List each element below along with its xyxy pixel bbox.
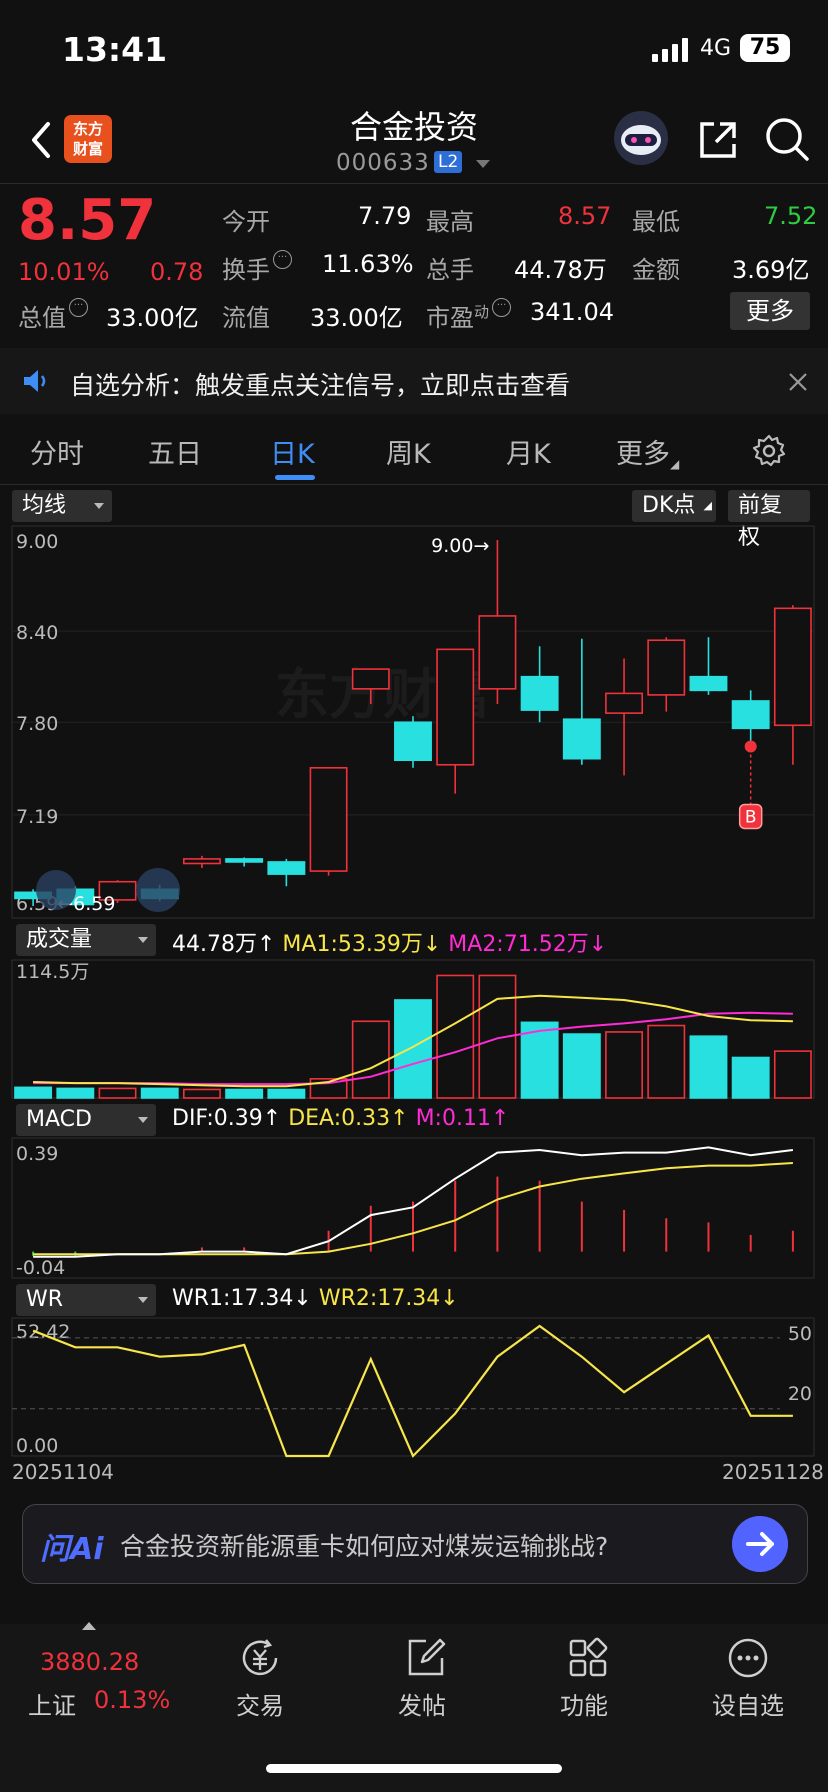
volume-bar: [14, 1086, 53, 1099]
wr-right-tick: 50: [788, 1323, 812, 1345]
volume-dropdown[interactable]: 成交量: [16, 924, 156, 956]
volume-bar: [394, 999, 432, 1099]
home-indicator: [266, 1764, 562, 1773]
index-percent[interactable]: 0.13%: [94, 1686, 170, 1714]
volume-indicators: 44.78万↑ MA1:53.39万↓ MA2:71.52万↓: [172, 926, 607, 958]
nav-add-favorite[interactable]: 设自选: [688, 1686, 808, 1721]
wr-dropdown[interactable]: WR: [16, 1284, 156, 1316]
candle-body: [562, 718, 601, 760]
volume-ma2: MA2:71.52万↓: [448, 932, 608, 957]
index-name[interactable]: 上证: [28, 1686, 76, 1721]
kline-y-tick: 7.80: [16, 713, 58, 735]
volume-bar: [351, 1020, 390, 1099]
volume-bar: [562, 1033, 601, 1099]
post-icon[interactable]: [404, 1636, 448, 1680]
signal-dot: [744, 740, 757, 753]
wr-y-tick: 0.00: [16, 1435, 58, 1457]
nav-post[interactable]: 发帖: [362, 1686, 482, 1721]
volume-bar: [605, 1031, 644, 1099]
volume-bar: [56, 1087, 95, 1099]
candle-body: [520, 675, 559, 711]
volume-bar: [773, 1050, 812, 1099]
candle-body: [351, 668, 390, 690]
candle-body: [436, 648, 475, 766]
nav-trade[interactable]: 交易: [200, 1686, 320, 1721]
wr-line: [32, 1324, 793, 1458]
macd-dif: DIF:0.39↑: [172, 1106, 282, 1131]
apps-icon[interactable]: [566, 1636, 610, 1680]
wr-indicators: WR1:17.34↓ WR2:17.34↓: [172, 1286, 459, 1311]
ai-question-text[interactable]: 合金投资新能源重卡如何应对煤炭运输挑战?: [120, 1527, 608, 1563]
wr1: WR1:17.34↓: [172, 1286, 312, 1311]
max-price-label: 9.00→: [431, 535, 489, 557]
volume-bar: [647, 1024, 686, 1099]
macd-y-tick: 0.39: [16, 1143, 58, 1165]
volume-bar: [689, 1035, 728, 1099]
kline-y-tick: 7.19: [16, 806, 58, 828]
wr-y-tick: 52.42: [16, 1321, 70, 1343]
index-value[interactable]: 3880.28: [40, 1648, 139, 1676]
volume-bar: [225, 1088, 264, 1099]
fast-back-icon: [36, 870, 76, 910]
candle-body: [731, 700, 770, 730]
volume-ma1: MA1:53.39万↓: [282, 932, 442, 957]
arrow-right-icon[interactable]: [732, 1516, 788, 1572]
volume-bar: [182, 1088, 221, 1099]
candle-body: [394, 721, 432, 762]
macd-m: M:0.11↑: [415, 1106, 510, 1131]
wr-panel-frame: [11, 1317, 815, 1457]
scroll-icon: [136, 868, 180, 912]
volume-bar: [267, 1088, 306, 1099]
trade-icon[interactable]: [238, 1636, 282, 1680]
nav-functions[interactable]: 功能: [524, 1686, 644, 1721]
kline-y-tick: 9.00: [16, 531, 58, 553]
candle-body: [225, 858, 264, 863]
candle-body: [267, 861, 306, 875]
kline-y-tick: 8.40: [16, 622, 58, 644]
volume-y-tick: 114.5万: [16, 961, 89, 983]
candle-body: [647, 639, 686, 696]
candle-body: [309, 767, 348, 872]
candle-body: [478, 615, 517, 690]
macd-dea: DEA:0.33↑: [288, 1106, 409, 1131]
macd-indicators: DIF:0.39↑ DEA:0.33↑ M:0.11↑: [172, 1106, 509, 1131]
chevron-up-icon[interactable]: [82, 1622, 96, 1630]
more-dots-icon[interactable]: [726, 1636, 770, 1680]
wr-right-tick: 20: [788, 1383, 812, 1405]
volume-bar: [98, 1087, 137, 1099]
candle-body: [605, 692, 644, 714]
chart-area[interactable]: 9.008.407.807.196.59东方财富9.00→←6.59B114.5…: [0, 0, 828, 1490]
volume-bar: [436, 974, 475, 1099]
candle-body: [773, 607, 812, 727]
volume-bar: [731, 1056, 770, 1099]
wr2: WR2:17.34↓: [318, 1286, 459, 1311]
volume-bar: [140, 1087, 179, 1099]
candle-body: [182, 858, 221, 865]
macd-dropdown[interactable]: MACD: [16, 1104, 156, 1136]
ai-logo: 问Ai: [40, 1532, 104, 1567]
buy-signal-text: B: [745, 807, 757, 827]
x-axis-end: 20251128: [722, 1460, 824, 1484]
x-axis-start: 20251104: [12, 1460, 114, 1484]
macd-y-tick: -0.04: [16, 1257, 65, 1279]
candle-body: [689, 675, 728, 692]
volume-value: 44.78万↑: [172, 932, 276, 957]
